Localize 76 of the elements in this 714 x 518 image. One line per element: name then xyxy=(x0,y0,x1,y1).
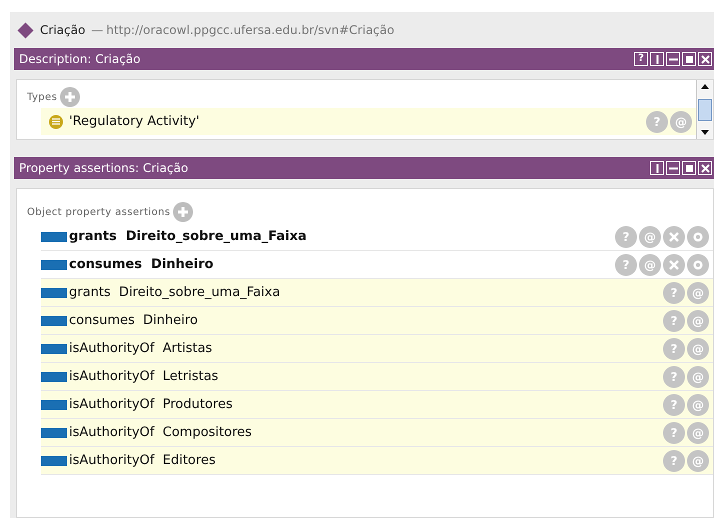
annotation-button[interactable]: @ xyxy=(687,394,709,416)
annotation-button[interactable]: @ xyxy=(687,282,709,304)
help-button[interactable]: ? xyxy=(615,254,637,276)
assertion-text: grants Direito_sobre_uma_Faixa xyxy=(69,229,308,244)
help-button[interactable]: ? xyxy=(634,52,648,66)
assertion-row[interactable]: isAuthorityOf Letristas ? @ xyxy=(41,363,713,391)
help-button[interactable]: ? xyxy=(663,310,685,332)
panel-title: Description: Criação xyxy=(19,52,140,66)
split-vertical-icon[interactable] xyxy=(650,52,664,66)
object-property-icon xyxy=(41,260,67,270)
separator: — xyxy=(91,23,104,37)
object-property-icon xyxy=(41,400,67,410)
assertion-text: consumes Dinheiro xyxy=(69,313,199,328)
help-button[interactable]: ? xyxy=(663,394,685,416)
type-row[interactable]: 'Regulatory Activity' ? @ xyxy=(41,108,696,135)
assertion-row[interactable]: grants Direito_sobre_uma_Faixa ? @ xyxy=(41,279,713,307)
maximize-icon[interactable] xyxy=(682,52,696,66)
split-horizontal-icon[interactable] xyxy=(666,52,680,66)
annotation-button[interactable]: @ xyxy=(639,254,661,276)
ring-icon[interactable] xyxy=(693,232,703,242)
ring-icon[interactable] xyxy=(693,260,703,270)
help-button[interactable]: ? xyxy=(663,422,685,444)
assertion-row[interactable]: isAuthorityOf Editores ? @ xyxy=(41,447,713,475)
delete-button[interactable] xyxy=(663,254,685,276)
object-property-icon xyxy=(41,456,67,466)
assertion-text: isAuthorityOf Letristas xyxy=(69,369,220,384)
annotation-button[interactable]: @ xyxy=(670,110,692,132)
annotation-button[interactable]: @ xyxy=(687,310,709,332)
help-button[interactable]: ? xyxy=(615,226,637,248)
help-button[interactable]: ? xyxy=(663,338,685,360)
object-property-icon xyxy=(41,372,67,382)
assertion-row[interactable]: isAuthorityOf Compositores ? @ xyxy=(41,419,713,447)
assertion-row[interactable]: grants Direito_sobre_uma_Faixa ? @ xyxy=(41,223,713,251)
delete-button[interactable] xyxy=(663,226,685,248)
assertion-row[interactable]: consumes Dinheiro ? @ xyxy=(41,251,713,279)
panel-title: Property assertions: Criação xyxy=(19,161,188,175)
assertion-text: isAuthorityOf Produtores xyxy=(69,397,234,412)
individual-icon xyxy=(17,22,34,38)
help-button[interactable]: ? xyxy=(663,282,685,304)
section-label: Object property assertions xyxy=(27,206,170,218)
annotation-button[interactable]: @ xyxy=(687,422,709,444)
split-vertical-icon[interactable] xyxy=(650,161,664,175)
assertion-row[interactable]: isAuthorityOf Produtores ? @ xyxy=(41,391,713,419)
assertion-text: isAuthorityOf Artistas xyxy=(69,341,214,356)
object-property-icon xyxy=(41,288,67,298)
assertion-row[interactable]: isAuthorityOf Artistas ? @ xyxy=(41,335,713,363)
assertion-text: isAuthorityOf Compositores xyxy=(69,425,253,440)
assertion-text: grants Direito_sobre_uma_Faixa xyxy=(69,285,282,300)
close-icon[interactable] xyxy=(698,52,712,66)
help-button[interactable]: ? xyxy=(663,366,685,388)
object-property-icon xyxy=(41,428,67,438)
type-label: 'Regulatory Activity' xyxy=(69,114,201,129)
class-icon xyxy=(49,114,63,128)
add-icon[interactable] xyxy=(60,87,80,107)
entity-iri: http://oracowl.ppgcc.ufersa.edu.br/svn#Criação xyxy=(106,23,394,37)
edit-button[interactable] xyxy=(687,226,709,248)
section-label: Types xyxy=(27,92,58,102)
edit-button[interactable] xyxy=(687,254,709,276)
split-horizontal-icon[interactable] xyxy=(666,161,680,175)
annotation-button[interactable]: @ xyxy=(687,450,709,472)
add-icon[interactable] xyxy=(173,202,194,222)
maximize-icon[interactable] xyxy=(682,161,696,175)
close-icon[interactable] xyxy=(698,161,712,175)
entity-name: Criação xyxy=(40,23,86,37)
object-property-icon xyxy=(41,344,67,354)
object-property-icon xyxy=(41,232,67,242)
help-button[interactable]: ? xyxy=(663,450,685,472)
assertion-row[interactable]: consumes Dinheiro ? @ xyxy=(41,307,713,335)
assertion-text: isAuthorityOf Editores xyxy=(69,453,217,468)
annotation-button[interactable]: @ xyxy=(687,338,709,360)
assertion-text: consumes Dinheiro xyxy=(69,257,214,272)
scroll-thumb[interactable] xyxy=(698,98,712,120)
annotation-button[interactable]: @ xyxy=(639,226,661,248)
help-button[interactable]: ? xyxy=(646,110,668,132)
object-property-icon xyxy=(41,316,67,326)
annotation-button[interactable]: @ xyxy=(687,366,709,388)
